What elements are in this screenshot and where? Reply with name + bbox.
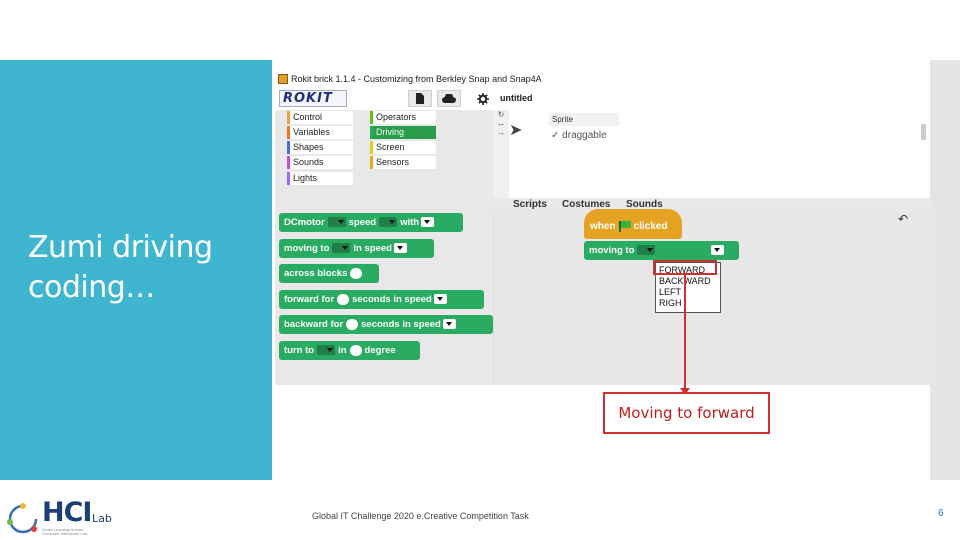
- sprite-arrow-icon: ➤: [509, 122, 523, 139]
- sprite-name-field[interactable]: Sprite: [549, 113, 619, 126]
- toolbar: ROKIT untitled: [275, 88, 930, 110]
- script-moving-to-block[interactable]: moving to: [584, 241, 739, 260]
- slot[interactable]: [637, 245, 656, 256]
- block-text: forward for: [284, 294, 335, 305]
- category-driving[interactable]: Driving: [370, 126, 436, 139]
- forward-highlight: [653, 260, 717, 275]
- block-turn-to[interactable]: turn to in degree: [279, 341, 420, 360]
- file-icon[interactable]: [408, 90, 432, 107]
- app-window: Rokit brick 1.1.4 - Customizing from Ber…: [275, 70, 930, 385]
- window-title: Rokit brick 1.1.4 - Customizing from Ber…: [291, 74, 542, 84]
- slot: [661, 245, 707, 256]
- menu-item-backward[interactable]: BACKWARD: [659, 276, 720, 287]
- block-forward-for[interactable]: forward for seconds in speed: [279, 290, 484, 309]
- category-lights[interactable]: Lights: [287, 172, 353, 185]
- block-text: in speed: [353, 243, 392, 254]
- slot[interactable]: [327, 217, 346, 228]
- hat-when-text: when: [590, 221, 616, 232]
- logo-tagline: Smart Learning Human-Computer Interactio…: [42, 527, 88, 536]
- dropdown[interactable]: [393, 243, 407, 254]
- draggable-label: draggable: [562, 130, 607, 141]
- block-palette: DCmotor speed with moving to in speed acros…: [275, 198, 493, 385]
- logo-mark-icon: [7, 503, 38, 534]
- slide-title: Zumi driving coding…: [28, 230, 213, 305]
- green-flag-icon: [618, 221, 631, 233]
- number-slot[interactable]: [349, 344, 362, 356]
- app-icon: [278, 74, 288, 84]
- block-text: moving to: [589, 245, 635, 256]
- block-text: across blocks: [284, 268, 348, 279]
- sprite-rotation-tools: ↻ ↔ →: [493, 110, 509, 198]
- no-rotate-icon[interactable]: →: [493, 128, 509, 137]
- block-text: DCmotor: [284, 217, 325, 228]
- category-panel: Control Operators Variables Driving Shap…: [275, 110, 493, 198]
- block-text: degree: [364, 345, 396, 356]
- block-backward-for[interactable]: backward for seconds in speed: [279, 315, 493, 334]
- block-text: seconds in speed: [361, 319, 441, 330]
- footer-text: Global IT Challenge 2020 e.Creative Comp…: [312, 511, 529, 521]
- rotate-icon[interactable]: ↻: [493, 110, 509, 119]
- category-variables[interactable]: Variables: [287, 126, 353, 139]
- callout-box: Moving to forward: [603, 392, 770, 434]
- hci-lab-logo: HCI Lab Smart Learning Human-Computer In…: [6, 497, 146, 538]
- pointer-line: [684, 275, 686, 390]
- block-dcmotor[interactable]: DCmotor speed with: [279, 213, 463, 232]
- tab-scripts[interactable]: Scripts: [513, 198, 547, 212]
- dropdown[interactable]: [433, 294, 447, 305]
- block-moving-to[interactable]: moving to in speed: [279, 239, 434, 258]
- category-screen[interactable]: Screen: [370, 141, 436, 154]
- block-text: seconds in speed: [352, 294, 432, 305]
- category-sensors[interactable]: Sensors: [370, 156, 436, 169]
- rokit-logo: ROKIT: [279, 90, 347, 107]
- flip-icon[interactable]: ↔: [493, 119, 509, 128]
- gear-icon[interactable]: [471, 90, 495, 107]
- menu-item-right[interactable]: RIGH: [659, 298, 720, 309]
- logo-suffix: Lab: [92, 512, 112, 525]
- slot[interactable]: [317, 345, 336, 356]
- slot[interactable]: [379, 217, 398, 228]
- dropdown[interactable]: [421, 217, 435, 228]
- hat-clicked-text: clicked: [633, 221, 668, 232]
- undo-icon[interactable]: ↶: [898, 212, 908, 226]
- slot[interactable]: [332, 243, 351, 254]
- logo-text: HCI: [42, 497, 92, 528]
- block-text: in: [338, 345, 347, 356]
- block-text: with: [400, 217, 420, 228]
- menu-item-left[interactable]: LEFT: [659, 287, 720, 298]
- block-text: speed: [348, 217, 377, 228]
- editor-tabs: Scripts Costumes Sounds: [493, 198, 930, 212]
- category-operators[interactable]: Operators: [370, 111, 436, 124]
- window-titlebar: Rokit brick 1.1.4 - Customizing from Ber…: [275, 70, 930, 88]
- cloud-icon[interactable]: [437, 90, 461, 107]
- when-flag-clicked-block[interactable]: when clicked: [584, 209, 682, 239]
- draggable-checkbox[interactable]: ✓ draggable: [551, 129, 607, 142]
- category-shapes[interactable]: Shapes: [287, 141, 353, 154]
- block-across-blocks[interactable]: across blocks: [279, 264, 379, 283]
- category-control[interactable]: Control: [287, 111, 353, 124]
- project-name: untitled: [500, 93, 533, 103]
- block-text: moving to: [284, 243, 330, 254]
- dropdown[interactable]: [442, 319, 456, 330]
- number-slot[interactable]: [346, 318, 359, 330]
- page-number: 6: [938, 508, 944, 519]
- sprite-corral: ➤ Sprite ✓ draggable: [509, 110, 930, 198]
- category-sounds[interactable]: Sounds: [287, 156, 353, 169]
- right-strip: [930, 60, 960, 480]
- number-slot[interactable]: [350, 267, 363, 279]
- dropdown[interactable]: [711, 245, 725, 256]
- scrollbar[interactable]: [921, 124, 926, 140]
- slide: Zumi driving coding… Rokit brick 1.1.4 -…: [0, 0, 960, 540]
- block-text: turn to: [284, 345, 315, 356]
- block-text: backward for: [284, 319, 344, 330]
- number-slot[interactable]: [337, 293, 350, 305]
